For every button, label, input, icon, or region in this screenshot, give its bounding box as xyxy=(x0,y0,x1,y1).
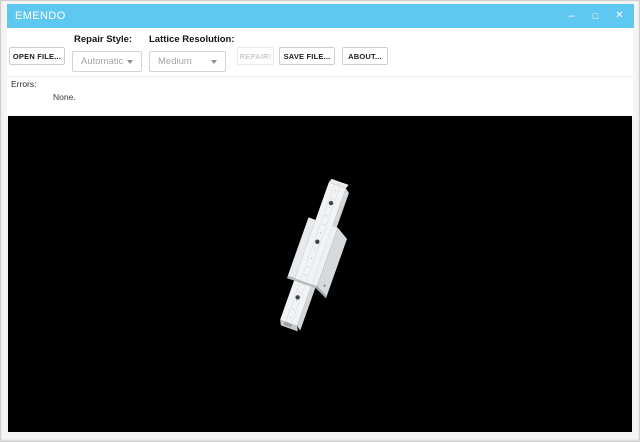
app-window: EMENDO – □ ✕ OPEN FILE... Repair Style: … xyxy=(0,0,640,442)
content-area: OPEN FILE... Repair Style: Automatic Lat… xyxy=(7,28,633,115)
repair-style-value: Automatic xyxy=(81,56,123,67)
rail-model xyxy=(271,176,364,337)
model-viewport[interactable] xyxy=(8,116,632,432)
about-button[interactable]: ABOUT... xyxy=(342,47,388,65)
toolbar-separator xyxy=(7,76,633,77)
save-file-button[interactable]: SAVE FILE... xyxy=(279,47,335,65)
repair-style-select[interactable]: Automatic xyxy=(72,51,142,72)
open-file-button[interactable]: OPEN FILE... xyxy=(9,47,65,65)
close-icon[interactable]: ✕ xyxy=(613,4,626,28)
repair-style-label: Repair Style: xyxy=(74,34,132,45)
lattice-resolution-label: Lattice Resolution: xyxy=(149,34,235,45)
window-frame: EMENDO – □ ✕ OPEN FILE... Repair Style: … xyxy=(0,0,640,442)
title-bar[interactable]: EMENDO – □ ✕ xyxy=(7,4,634,28)
minimize-icon[interactable]: – xyxy=(565,4,578,28)
chevron-down-icon xyxy=(127,60,133,64)
lattice-resolution-select[interactable]: Medium xyxy=(149,51,226,72)
errors-value: None. xyxy=(53,92,76,102)
chevron-down-icon xyxy=(211,60,217,64)
model-3d xyxy=(8,116,632,432)
lattice-resolution-value: Medium xyxy=(158,56,192,67)
window-title: EMENDO xyxy=(7,4,66,28)
window-controls: – □ ✕ xyxy=(565,4,626,28)
errors-label: Errors: xyxy=(11,79,37,89)
maximize-icon[interactable]: □ xyxy=(589,4,602,28)
repair-button[interactable]: REPAIR! xyxy=(237,47,274,65)
